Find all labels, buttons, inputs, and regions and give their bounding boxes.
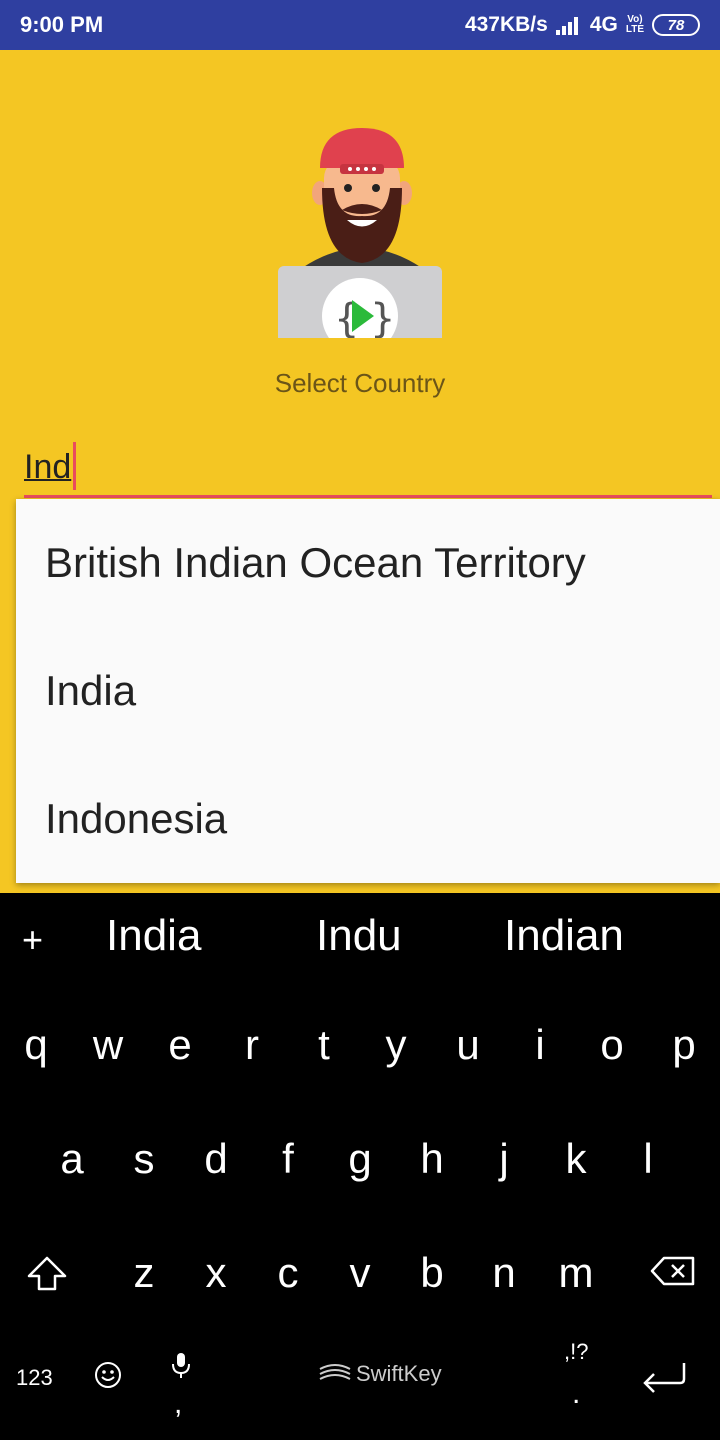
key-z[interactable]: z	[108, 1249, 180, 1297]
key-f[interactable]: f	[252, 1135, 324, 1183]
microphone-icon[interactable]	[170, 1351, 192, 1381]
key-t[interactable]: t	[288, 1021, 360, 1069]
suggestion-bar: + India Indu Indian	[0, 893, 720, 983]
enter-icon[interactable]	[640, 1359, 690, 1393]
status-bar: 9:00 PM 437KB/s 4G Vo) LTE 78	[0, 0, 720, 50]
key-r[interactable]: r	[216, 1021, 288, 1069]
keyboard: + India Indu Indian q w e r t y u i o p …	[0, 893, 720, 1440]
key-q[interactable]: q	[0, 1021, 72, 1069]
comma-key[interactable]: ,	[174, 1387, 182, 1421]
suggestion-word[interactable]: Indian	[504, 911, 624, 961]
country-input-value[interactable]: Ind	[24, 448, 71, 487]
key-i[interactable]: i	[504, 1021, 576, 1069]
backspace-icon[interactable]	[650, 1255, 696, 1287]
svg-text:}: }	[370, 296, 395, 338]
dropdown-item[interactable]: India	[16, 627, 720, 755]
key-g[interactable]: g	[324, 1135, 396, 1183]
battery-level: 78	[667, 16, 685, 34]
period-key[interactable]: .	[572, 1377, 580, 1411]
select-country-label: Select Country	[274, 368, 446, 398]
dropdown-item[interactable]: British Indian Ocean Territory	[16, 499, 720, 627]
key-n[interactable]: n	[468, 1249, 540, 1297]
dropdown-item[interactable]: Indonesia	[16, 755, 720, 883]
status-time: 9:00 PM	[20, 12, 104, 37]
key-x[interactable]: x	[180, 1249, 252, 1297]
status-icons: 437KB/s 4G Vo) LTE 78	[465, 13, 700, 37]
text-cursor	[73, 442, 76, 490]
battery-icon: 78	[652, 14, 700, 36]
key-d[interactable]: d	[180, 1135, 252, 1183]
key-m[interactable]: m	[540, 1249, 612, 1297]
autocomplete-dropdown: British Indian Ocean Territory India Ind…	[16, 499, 720, 883]
plus-icon[interactable]: +	[22, 919, 43, 961]
key-j[interactable]: j	[468, 1135, 540, 1183]
swiftkey-logo-icon	[319, 1364, 351, 1380]
signal-icon	[555, 15, 582, 35]
key-o[interactable]: o	[576, 1021, 648, 1069]
key-w[interactable]: w	[72, 1021, 144, 1069]
volte-icon: Vo) LTE	[626, 15, 644, 35]
key-a[interactable]: a	[36, 1135, 108, 1183]
key-u[interactable]: u	[432, 1021, 504, 1069]
shift-icon[interactable]	[26, 1255, 68, 1293]
punctuation-key[interactable]: ,!?	[564, 1339, 588, 1365]
volte-bottom-label: LTE	[625, 24, 644, 35]
key-s[interactable]: s	[108, 1135, 180, 1183]
suggestion-word[interactable]: India	[106, 911, 201, 961]
country-input[interactable]: Ind	[24, 442, 712, 498]
suggestion-word[interactable]: Indu	[316, 911, 402, 961]
key-y[interactable]: y	[360, 1021, 432, 1069]
spacebar[interactable]: SwiftKey	[318, 1361, 442, 1387]
numbers-key[interactable]: 123	[16, 1365, 53, 1391]
key-e[interactable]: e	[144, 1021, 216, 1069]
key-k[interactable]: k	[540, 1135, 612, 1183]
swiftkey-brand: SwiftKey	[356, 1361, 442, 1386]
emoji-icon[interactable]	[94, 1361, 122, 1389]
keyboard-bottom-row: 123 , SwiftKey ,!? .	[0, 1339, 720, 1440]
network-speed: 437KB/s	[464, 13, 548, 36]
network-type: 4G	[589, 13, 618, 36]
key-l[interactable]: l	[612, 1135, 684, 1183]
key-p[interactable]: p	[648, 1021, 720, 1069]
key-v[interactable]: v	[324, 1249, 396, 1297]
avatar-illustration: { }	[278, 128, 442, 338]
key-c[interactable]: c	[252, 1249, 324, 1297]
key-h[interactable]: h	[396, 1135, 468, 1183]
key-b[interactable]: b	[396, 1249, 468, 1297]
